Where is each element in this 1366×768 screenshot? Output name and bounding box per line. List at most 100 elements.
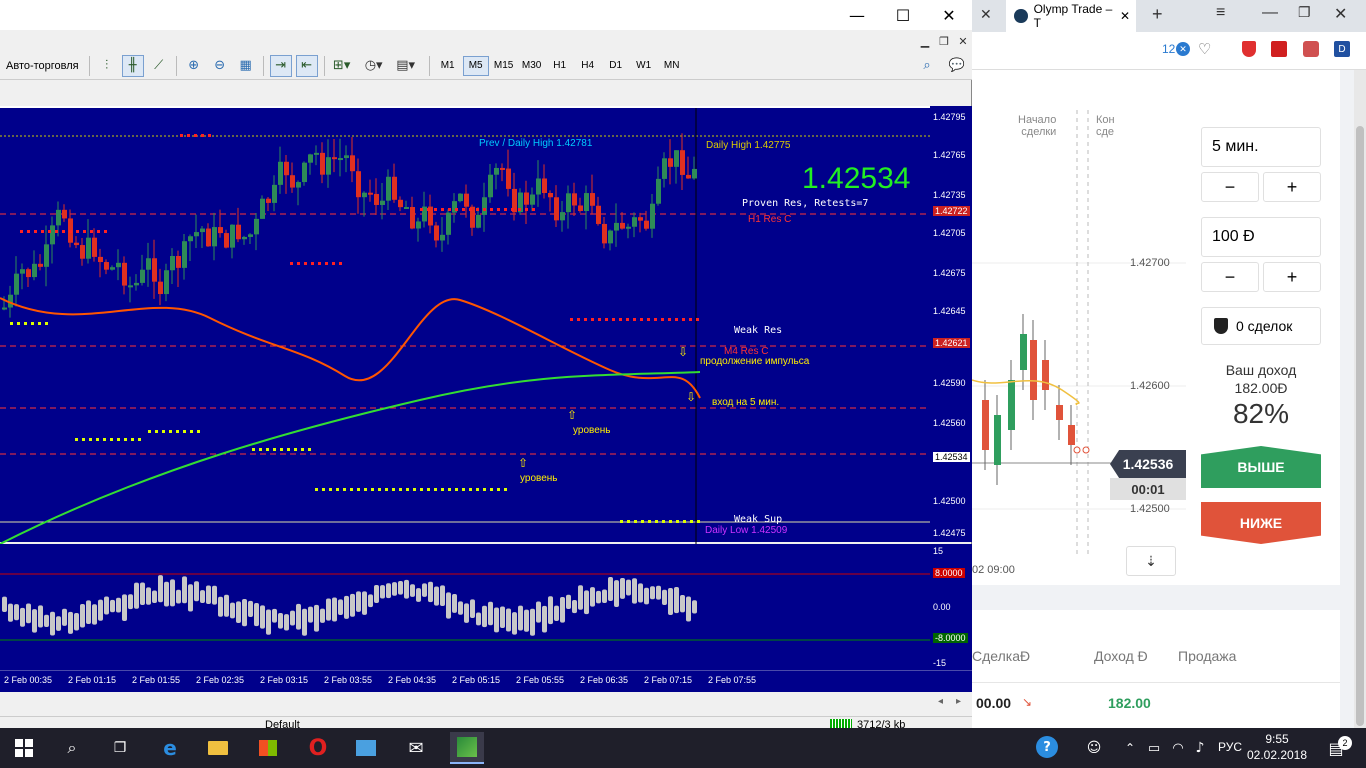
resistance-dot [27,230,30,233]
opera-icon[interactable]: O [306,736,330,761]
price-scale[interactable]: 1.42795 1.42765 1.42735 1.42705 1.42675 1.426… [930,106,972,542]
clear-icon[interactable]: ✕ [1176,42,1190,56]
oscillator-panel[interactable] [0,544,930,670]
amount-plus-button[interactable]: + [1263,262,1321,292]
scroll-left-icon[interactable]: ◂ [938,696,943,707]
table-divider [972,682,1340,683]
browser-address-bar[interactable]: 12 ✕ ♡ D [972,32,1366,70]
support-dot [329,488,332,491]
start-icon[interactable] [12,736,36,760]
osc-bar [404,579,409,599]
line-chart-icon[interactable]: ⟋ [148,55,170,77]
close-tab-icon[interactable]: ✕ [980,6,992,23]
app-icon[interactable] [354,736,378,760]
periods-icon[interactable]: ◷▾ [363,55,385,77]
resistance-dot [187,134,190,137]
page-scrollbar[interactable] [1354,70,1366,728]
child-restore-button[interactable]: ❐ [935,32,953,50]
horizontal-scrollbar[interactable]: ◂ ▸ [0,692,972,716]
close-window-icon[interactable]: ✕ [1334,4,1347,24]
templates-icon[interactable]: ▤▾ [395,55,417,77]
chat-icon[interactable]: 💬 [946,55,968,77]
timeframe-w1[interactable]: W1 [631,56,657,76]
timeframe-d1[interactable]: D1 [603,56,629,76]
candle-body [476,214,481,228]
support-dot [434,488,437,491]
deals-button[interactable]: 0 сделок [1201,307,1321,345]
resistance-dot [675,318,678,321]
higher-button[interactable]: ВЫШЕ [1201,446,1321,488]
search-icon[interactable]: ⌕ [916,55,938,77]
timeframe-h1[interactable]: H1 [547,56,573,76]
mail-icon[interactable]: ✉ [404,736,428,760]
lower-button[interactable]: НИЖЕ [1201,502,1321,544]
bar-chart-icon[interactable]: ⫶ [96,55,118,77]
metatrader-icon[interactable] [450,732,484,764]
zoom-in-icon[interactable]: ⊕ [183,55,205,77]
price-scale-label: 1.42534 [933,452,970,462]
clock-date[interactable]: 02.02.2018 [1246,748,1308,762]
olymp-chart[interactable]: Начало сделки Кон сде 1.42700 1.42600 1.… [971,70,1186,585]
chart-shift-icon[interactable]: ⇤ [295,54,318,77]
help-icon[interactable]: ? [1036,736,1058,758]
resistance-dot [304,262,307,265]
restore-icon[interactable]: ❐ [1298,4,1311,21]
duration-field[interactable]: 5 мин. [1201,127,1321,167]
resistance-dot [532,208,535,211]
support-dot [24,322,27,325]
autotrade-button[interactable]: Авто-торговля [0,60,85,72]
edge-icon[interactable]: e [158,736,182,760]
store-icon[interactable] [256,736,280,760]
menu-icon[interactable]: ≡ [1216,4,1225,22]
active-tab[interactable]: Olymp Trade – T ✕ [1006,0,1136,32]
timeframe-mn[interactable]: MN [659,56,685,76]
collapse-button[interactable]: ⇣ [1126,546,1176,576]
volume-icon[interactable]: ♪ [1188,736,1212,760]
file-explorer-icon[interactable] [206,736,230,760]
ext-icon[interactable] [1303,41,1319,57]
duration-plus-button[interactable]: + [1263,172,1321,202]
search-icon[interactable]: ⌕ [60,736,84,760]
maximize-button[interactable]: ☐ [880,0,926,30]
price-chart[interactable]: 1.42534 Prev / Daily High 1.42781 Daily … [0,106,930,545]
child-minimize-button[interactable]: ▁ [916,32,934,50]
d-ext-icon[interactable]: D [1334,41,1350,57]
minimize-button[interactable]: — [834,0,880,30]
favorite-heart-icon[interactable]: ♡ [1198,40,1211,58]
amount-minus-button[interactable]: − [1201,262,1259,292]
candlestick-icon[interactable]: ╫ [121,54,144,77]
indicators-icon[interactable]: ⊞▾ [331,55,353,77]
candle-body [458,193,463,202]
timeframe-m15[interactable]: M15 [491,56,517,76]
pen-ext-icon[interactable] [1271,41,1287,57]
people-icon[interactable]: ☺ [1082,736,1106,760]
scroll-right-icon[interactable]: ▸ [956,696,961,707]
close-tab-icon[interactable]: ✕ [1120,9,1130,23]
timeframe-m30[interactable]: M30 [519,56,545,76]
tile-windows-icon[interactable]: ▦ [235,55,257,77]
timeframe-m1[interactable]: M1 [435,56,461,76]
language-indicator[interactable]: РУС [1218,740,1242,754]
timeframe-m5[interactable]: M5 [462,55,489,76]
autoscroll-icon[interactable]: ⇥ [269,54,292,77]
wifi-icon[interactable]: ◠ [1166,736,1190,760]
osc-bar [338,599,343,616]
duration-minus-button[interactable]: − [1201,172,1259,202]
show-hidden-icon[interactable]: ⌃ [1118,736,1142,760]
task-view-icon[interactable]: ❐ [108,736,132,760]
close-button[interactable]: ✕ [926,0,972,30]
amount-field[interactable]: 100 Đ [1201,217,1321,257]
candle-body [20,269,25,274]
zoom-out-icon[interactable]: ⊖ [209,55,231,77]
new-tab-icon[interactable]: + [1152,4,1163,25]
battery-icon[interactable]: ▭ [1142,736,1166,760]
clock-time[interactable]: 9:55 [1252,732,1302,746]
minimize-icon[interactable]: — [1262,4,1278,22]
timeframe-h4[interactable]: H4 [575,56,601,76]
support-dot [392,488,395,491]
toolbar-separator [262,55,264,76]
scrollbar-thumb[interactable] [1356,126,1364,726]
child-close-button[interactable]: ✕ [954,32,972,50]
shield-ext-icon[interactable] [1242,41,1256,57]
osc-bar [44,614,49,627]
